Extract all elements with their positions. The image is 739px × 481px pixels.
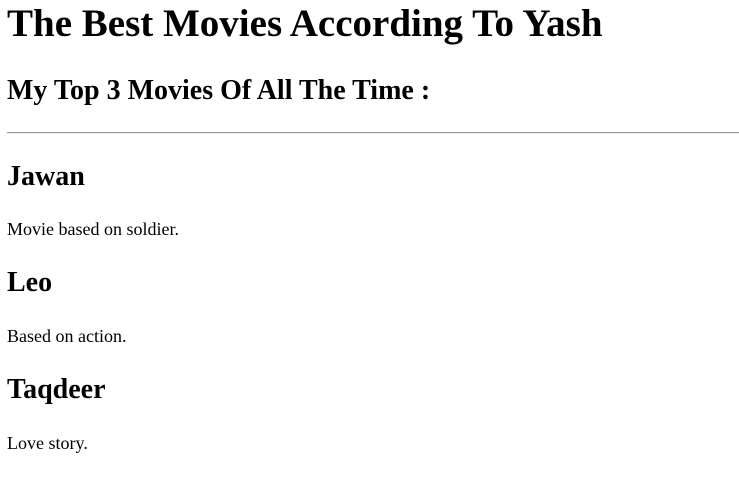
movie-description-leo: Based on action.	[7, 326, 127, 346]
movie-title-leo: Leo	[7, 267, 53, 298]
movie-title-taqdeer: Taqdeer	[7, 374, 106, 405]
page-title: The Best Movies According To Yash	[7, 2, 603, 45]
movie-title-jawan: Jawan	[7, 161, 85, 192]
page: The Best Movies According To Yash My Top…	[0, 0, 739, 481]
movie-description-taqdeer: Love story.	[7, 433, 88, 453]
movie-description-jawan: Movie based on soldier.	[7, 219, 179, 239]
divider	[7, 132, 739, 134]
page-subtitle: My Top 3 Movies Of All The Time :	[7, 75, 431, 106]
